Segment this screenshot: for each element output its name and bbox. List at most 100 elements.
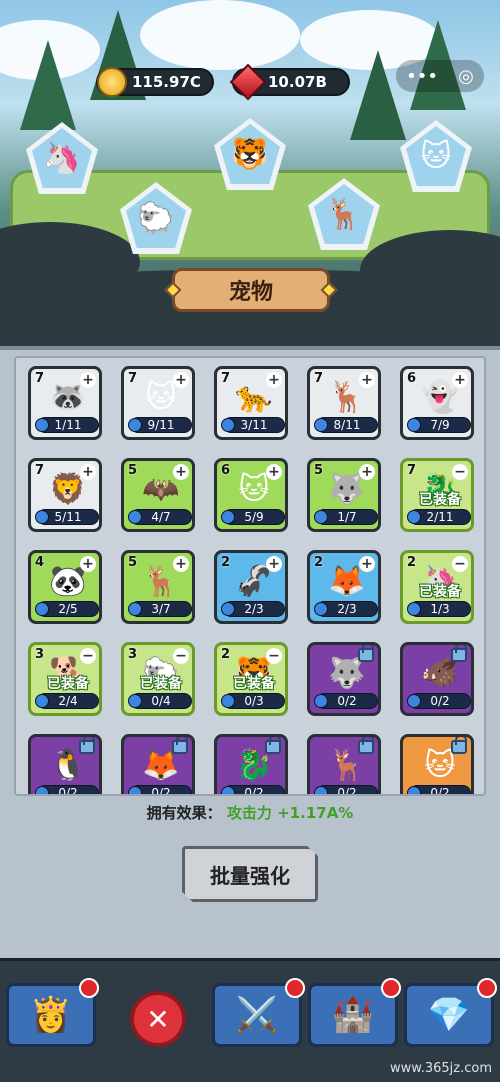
pet-card[interactable]: 🦄 2− 已装备 1/3 (400, 550, 474, 624)
unequip-icon[interactable]: − (266, 648, 282, 664)
unequip-icon[interactable]: − (452, 556, 468, 572)
pet-level: 2 (221, 647, 231, 662)
crossed-swords-icon: ⚔️ (235, 995, 279, 1035)
pet-card[interactable]: 🦊 2 +2/3 (307, 550, 381, 624)
unequip-icon[interactable]: − (173, 648, 189, 664)
pet-card[interactable]: 🦇 5 +4/7 (121, 458, 195, 532)
pet-level: 4 (35, 555, 45, 570)
pet-card[interactable]: 👻 6 +7/9 (400, 366, 474, 440)
lock-icon (79, 737, 95, 754)
pet-level: 7 (314, 371, 324, 386)
shard-progress: 3/7 (128, 601, 192, 617)
pet-card[interactable]: 🦨 2 +2/3 (214, 550, 288, 624)
shard-progress-text: 0/2 (244, 786, 264, 796)
equip-plus-icon[interactable]: + (80, 372, 96, 388)
target-icon[interactable]: ◎ (458, 66, 474, 87)
pet-grid[interactable]: 🦝 7 +1/11 🐱 7 +9/11 🐆 7 +3/11 🦌 7 +8/11 👻 6 +7/9 🦁 7 +5/1… (14, 356, 486, 796)
shard-progress-text: 0/4 (151, 694, 171, 708)
unequip-icon[interactable]: − (80, 648, 96, 664)
shard-icon (221, 510, 235, 524)
shard-icon (407, 510, 421, 524)
equip-plus-icon[interactable]: + (266, 556, 282, 572)
shard-progress-text: 8/11 (333, 418, 361, 432)
shard-progress-text: 1/7 (337, 510, 357, 524)
shard-progress: 0/2 (221, 785, 285, 796)
shard-progress: 2/3 (314, 601, 378, 617)
tab-gem-shop[interactable]: 💎 (404, 978, 497, 1047)
pet-card[interactable]: 🐱 7 +9/11 (121, 366, 195, 440)
equipped-pet-slot-4[interactable]: 🦌 (306, 176, 382, 252)
shard-progress: 1/11 (35, 417, 99, 433)
pet-card[interactable]: 🐱 0/2 (400, 734, 474, 794)
shard-icon (221, 786, 235, 794)
tab-weapons[interactable]: ⚔️ (212, 978, 305, 1047)
shard-progress: 7/9 (407, 417, 471, 433)
pet-card[interactable]: 🦁 7 +5/11 (28, 458, 102, 532)
close-button[interactable]: ✕ (130, 991, 186, 1047)
shard-progress-text: 0/2 (151, 786, 171, 796)
batch-upgrade-button[interactable]: 批量强化 (182, 846, 318, 902)
shard-icon (314, 786, 328, 794)
shard-progress-text: 1/3 (430, 602, 450, 616)
shard-progress-text: 2/4 (58, 694, 78, 708)
equip-plus-icon[interactable]: + (359, 556, 375, 572)
pet-card[interactable]: 🦌 0/2 (307, 734, 381, 796)
pet-card[interactable]: 🐺 5 +1/7 (307, 458, 381, 532)
pet-card[interactable]: 🐺 0/2 (307, 642, 381, 716)
shard-progress: 3/11 (221, 417, 285, 433)
owned-effect-label: 拥有效果： (146, 804, 222, 822)
equip-plus-icon[interactable]: + (173, 464, 189, 480)
equip-plus-icon[interactable]: + (80, 464, 96, 480)
pet-unicorn-icon: 🦄 (32, 128, 92, 188)
shard-progress-text: 1/11 (54, 418, 82, 432)
pet-card[interactable]: 🦊 0/2 (121, 734, 195, 796)
equipped-pet-slot-1[interactable]: 🦄 (24, 120, 100, 196)
tab-hero[interactable]: 👸 (6, 978, 99, 1047)
pet-card[interactable]: 🐗 0/2 (400, 642, 474, 716)
shard-icon (407, 694, 421, 708)
shard-progress: 5/9 (221, 509, 285, 525)
pet-level: 7 (35, 371, 45, 386)
more-icon[interactable]: ••• (406, 66, 438, 87)
pet-card[interactable]: 🐧 0/2 (28, 734, 102, 794)
mini-program-capsule[interactable]: ••• ◎ (396, 60, 484, 92)
equip-plus-icon[interactable]: + (452, 372, 468, 388)
equip-plus-icon[interactable]: + (80, 556, 96, 572)
equipped-pet-slot-5[interactable]: 🐱 (398, 118, 474, 194)
pet-card[interactable]: 🐉 0/2 (214, 734, 288, 796)
equip-plus-icon[interactable]: + (173, 556, 189, 572)
tab-castle[interactable]: 🏰 (308, 978, 401, 1047)
equip-plus-icon[interactable]: + (359, 372, 375, 388)
pet-card[interactable]: 🐉 7− 已装备 2/11 (400, 458, 474, 532)
shard-progress-text: 9/11 (147, 418, 175, 432)
gem-counter: 10.07B (229, 63, 350, 101)
pet-card[interactable]: 🦌 5 +3/7 (121, 550, 195, 624)
equipped-pet-slot-3[interactable]: 🐯 (212, 116, 288, 192)
pet-card[interactable]: 🐼 4 +2/5 (28, 550, 102, 624)
equip-plus-icon[interactable]: + (359, 464, 375, 480)
owned-effect: 拥有效果： 攻击力 +1.17A% (0, 802, 500, 823)
pet-card[interactable]: 🦝 7 +1/11 (28, 366, 102, 440)
equipped-label: 已装备 (233, 676, 275, 692)
pet-card[interactable]: 🐆 7 +3/11 (214, 366, 288, 440)
pet-level: 5 (128, 463, 138, 478)
shard-progress: 2/3 (221, 601, 285, 617)
equip-plus-icon[interactable]: + (266, 372, 282, 388)
pet-card[interactable]: 🐱 6 +5/9 (214, 458, 288, 532)
shard-icon (35, 786, 49, 794)
equip-plus-icon[interactable]: + (173, 372, 189, 388)
shard-icon (407, 418, 421, 432)
pet-card[interactable]: 🐑 3− 已装备 0/4 (121, 642, 195, 716)
shard-progress: 1/3 (407, 601, 471, 617)
equipped-label: 已装备 (140, 676, 182, 692)
shard-icon (314, 510, 328, 524)
pet-card[interactable]: 🦌 7 +8/11 (307, 366, 381, 440)
shard-progress: 0/2 (407, 693, 471, 709)
pet-card[interactable]: 🐕 3− 已装备 2/4 (28, 642, 102, 716)
equipped-pet-slot-2[interactable]: 🐑 (118, 180, 194, 256)
unequip-icon[interactable]: − (452, 464, 468, 480)
equip-plus-icon[interactable]: + (266, 464, 282, 480)
shard-progress-text: 3/7 (151, 602, 171, 616)
pet-card[interactable]: 🐯 2− 已装备 0/3 (214, 642, 288, 716)
shard-progress-text: 0/2 (337, 786, 357, 796)
